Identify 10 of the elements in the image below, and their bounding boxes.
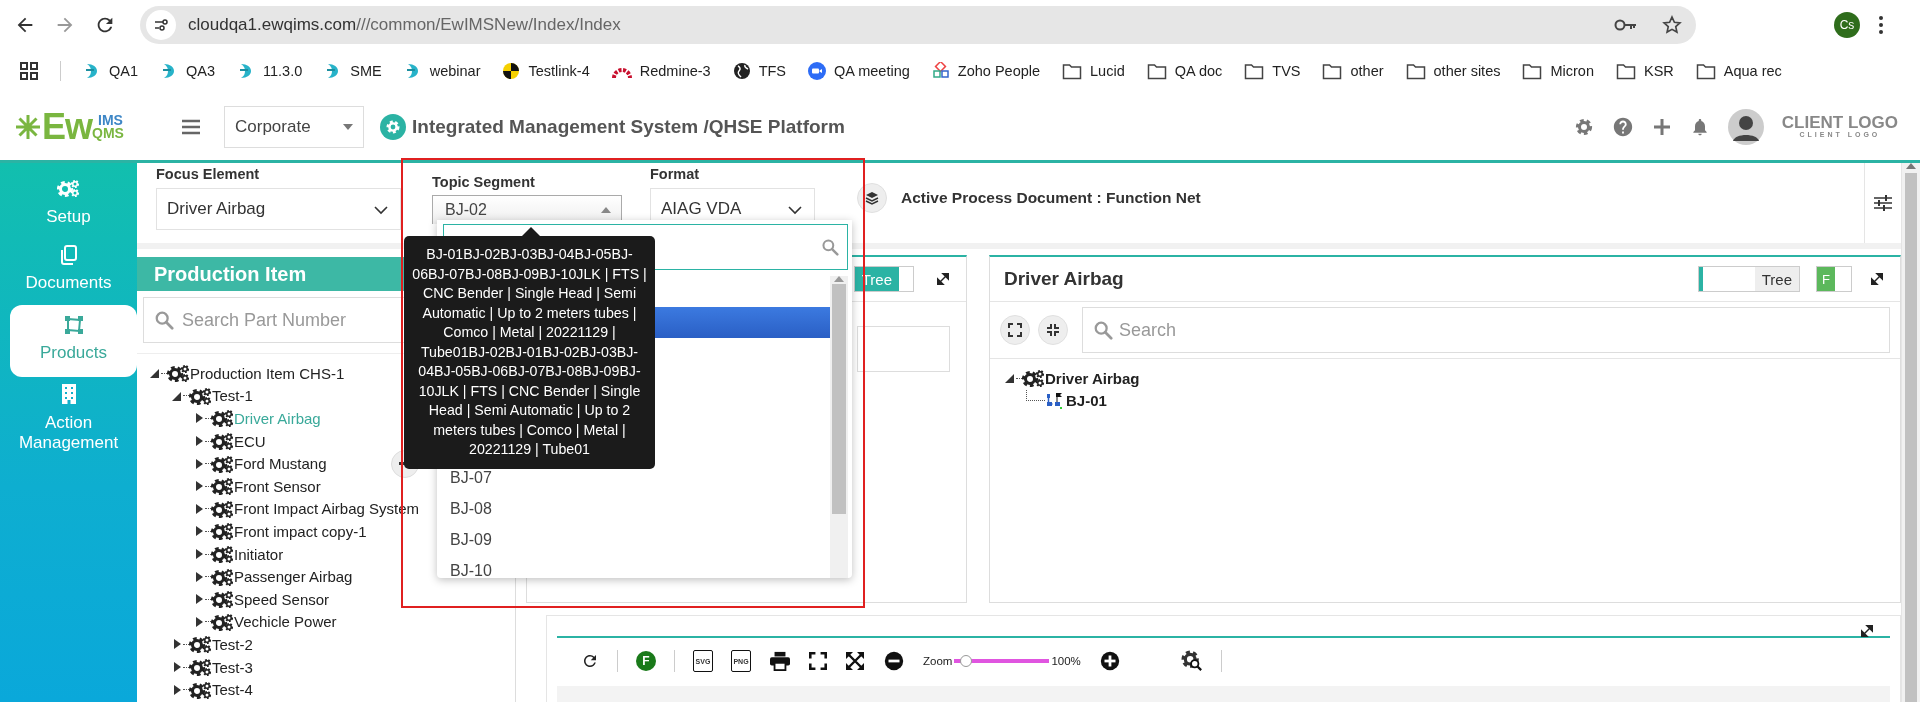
zoom-reading: 100% [1051,655,1081,667]
panel-title: Driver Airbag [1004,268,1124,290]
field-label: Format [650,166,701,182]
tooltip: BJ-01BJ-02BJ-03BJ-04BJ-05BJ-06BJ-07BJ-08BJ-09BJ-10JLK | FTS | CNC Bender | Single Head | Semi Automatic | Up to 2 meters tubes | Comco | Metal | 20221129 | Tube01BJ-02BJ-01BJ-02BJ-03BJ-04BJ-05BJ-06BJ-07BJ-08BJ-09BJ-10JLK | FTS | CNC Bender | Single Head | Semi Automatic | Up to 2 meters tubes | Comco | Metal | 20221129 | Tube01 [404,236,655,469]
zoom-label: Zoom [923,655,953,667]
url-text: cloudqa1.ewqims.com///common/EwIMSNew/Index/Index [188,14,622,35]
app-title: Integrated Management System /QHSE Platform [412,115,845,138]
field-label: Topic Segment [432,174,536,190]
field-label: Focus Element [156,166,261,182]
active-document-label: Active Process Document : Function Net [901,189,1201,207]
